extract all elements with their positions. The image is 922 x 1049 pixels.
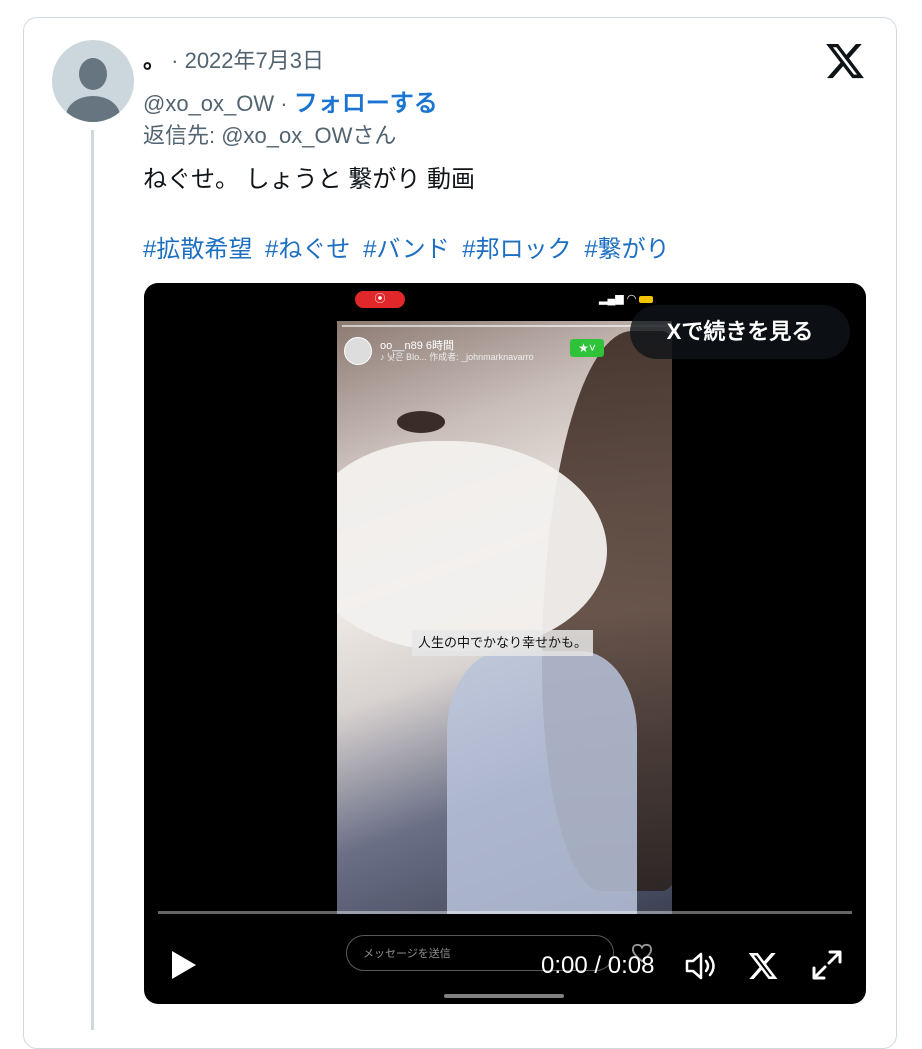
story-header: oo__n89 6時間 ♪ 낮은 Blo... 作成者: _johnmarkna… [344, 333, 664, 367]
avatar[interactable] [52, 40, 134, 122]
tweet-date[interactable]: · 2022年7月3日 [171, 48, 324, 73]
reply-to-label: 返信先: @xo_ox_OWさん [143, 123, 397, 148]
avatar-body-shape [66, 96, 120, 122]
battery-icon [639, 295, 654, 303]
story-avatar [344, 337, 372, 365]
tweet-text: ねぐせ。 しょうと 繋がり 動画 [143, 166, 476, 193]
frame-jacket-shape [447, 651, 637, 914]
home-indicator [444, 994, 564, 998]
display-name[interactable]: 。 [143, 48, 165, 73]
hashtag-link[interactable]: #邦ロック [462, 236, 571, 263]
handle-row: @xo_ox_OW · フォローする [143, 83, 438, 118]
hashtag-list: #拡散希望 #ねぐせ #バンド #邦ロック #繋がり [143, 229, 676, 264]
story-progress-bar [342, 325, 667, 327]
x-logo-icon[interactable] [824, 40, 866, 82]
record-icon: ⦿ [355, 291, 405, 308]
play-icon[interactable] [170, 949, 198, 981]
volume-icon[interactable] [684, 950, 718, 982]
continue-on-x-button[interactable]: Xで続きを見る [630, 305, 850, 359]
phone-status-icons: ▂▄▆ ◠ [599, 292, 654, 305]
user-handle[interactable]: @xo_ox_OW [143, 91, 274, 116]
frame-eye-shape [397, 411, 445, 433]
handle-separator: · [274, 91, 294, 116]
follow-button[interactable]: フォローする [294, 90, 438, 117]
story-music: ♪ 낮은 Blo... 作成者: _johnmarknavarro [380, 352, 534, 362]
tweet-header: 。 · 2022年7月3日 [143, 43, 324, 75]
fullscreen-icon[interactable] [810, 948, 844, 982]
video-frame [337, 321, 672, 914]
x-logo-icon[interactable] [747, 950, 779, 982]
star-badge-icon: ★˅ [570, 339, 604, 357]
video-time: 0:00 / 0:08 [541, 952, 655, 979]
video-subtitle: 人生の中でかなり幸せかも。 [412, 630, 594, 656]
hashtag-link[interactable]: #繋がり [584, 236, 669, 263]
video-player[interactable]: ⦿ ▂▄▆ ◠ oo__n89 6時間 ♪ 낮은 Blo... 作成者: _jo… [144, 283, 866, 1004]
hashtag-link[interactable]: #拡散希望 [143, 236, 252, 263]
thread-line [91, 130, 94, 1030]
hashtag-link[interactable]: #ねぐせ [265, 236, 350, 263]
video-scrubber[interactable] [158, 911, 852, 914]
avatar-head-shape [79, 58, 107, 90]
hashtag-link[interactable]: #バンド [363, 236, 450, 263]
